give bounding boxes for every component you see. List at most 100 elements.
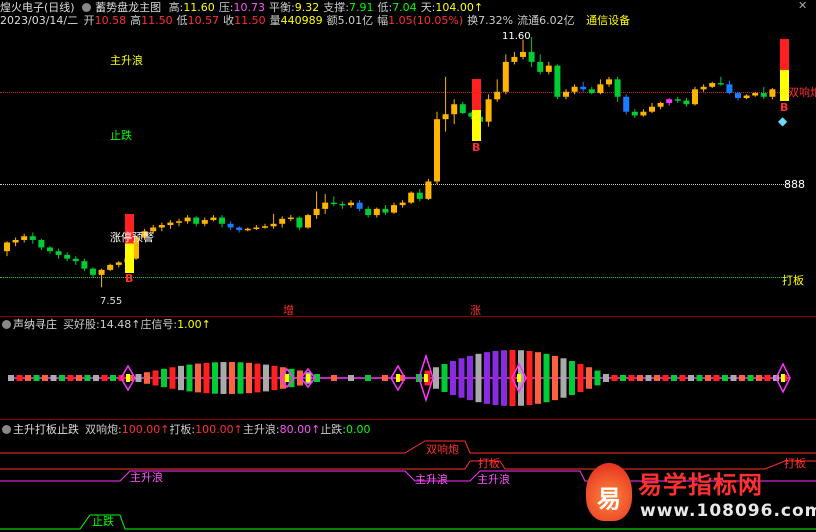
- candle-body: [399, 202, 406, 206]
- candle: [227, 221, 234, 231]
- candle: [373, 207, 380, 218]
- candle: [726, 80, 733, 95]
- candle-body: [485, 99, 492, 122]
- sonar-diamond-core: [517, 374, 521, 382]
- candle-body: [554, 65, 561, 97]
- candle: [47, 246, 53, 254]
- candle-body: [674, 99, 681, 101]
- candle-body: [666, 99, 673, 103]
- candle: [485, 94, 492, 127]
- candle-body: [244, 228, 251, 231]
- sonar-bar: [433, 367, 439, 389]
- sector-label[interactable]: 通信设备: [586, 14, 630, 27]
- candle-body: [193, 217, 200, 224]
- sonar-bar: [611, 375, 618, 381]
- quote-header: 2023/03/14/二 开10.58 高11.50 低10.57 收11.50 量44…: [0, 13, 816, 28]
- candle-body: [12, 239, 19, 243]
- candle-body: [322, 202, 329, 209]
- candle: [184, 215, 191, 224]
- sonar-diamond-core: [126, 374, 130, 382]
- sonar-bar: [654, 375, 660, 381]
- quote-field-key: 换: [467, 14, 479, 27]
- candle-body: [769, 89, 776, 97]
- sonar-bar: [212, 362, 218, 394]
- price-pane[interactable]: 主升浪 止跌 涨停预警 双响炮 888 打板 11.60 7.55 增 涨 B …: [0, 29, 816, 317]
- sonar-bar: [764, 375, 771, 381]
- candle: [236, 226, 243, 233]
- label-zhangting: 涨停预警: [110, 231, 154, 244]
- candle-body: [287, 217, 294, 220]
- candle: [735, 91, 741, 101]
- candle-body: [502, 61, 509, 92]
- candle: [760, 86, 767, 100]
- sonar-bar: [16, 375, 23, 381]
- quote-field-key: 额: [326, 14, 338, 27]
- step-label-zhushenglang-3: 主升浪: [477, 473, 510, 486]
- sonar-bar: [33, 375, 40, 381]
- label-shuangxiangpao: 双响炮: [788, 86, 816, 99]
- sonar-histogram[interactable]: [0, 316, 816, 419]
- quote-field-value: 11.50: [141, 14, 173, 27]
- candle: [683, 98, 690, 107]
- candle-body: [279, 218, 286, 224]
- sonar-bar: [178, 365, 184, 391]
- logo-char: 易: [597, 485, 621, 513]
- signal-bar-yellow: [125, 243, 134, 273]
- gear-icon[interactable]: [82, 3, 92, 12]
- sonar-pane[interactable]: 声纳寻庄 买好股:14.48↑庄信号:1.00↑: [0, 316, 816, 419]
- label-zhidie: 止跌: [110, 129, 132, 142]
- candlestick-chart[interactable]: [0, 29, 816, 316]
- candle: [494, 79, 501, 102]
- candle-body: [571, 86, 578, 92]
- sonar-diamond-core: [285, 374, 289, 382]
- candle-body: [700, 86, 707, 90]
- candle-body: [459, 104, 466, 113]
- candle-body: [219, 217, 225, 224]
- candle: [657, 101, 664, 110]
- quote-field-value: 10.58: [94, 14, 127, 27]
- candle-body: [330, 202, 337, 205]
- candle-body: [683, 100, 690, 105]
- candle-body: [227, 223, 234, 228]
- candle-body: [21, 236, 28, 240]
- candle: [64, 252, 71, 262]
- candle: [537, 54, 544, 75]
- sonar-bar: [203, 362, 210, 394]
- candle: [244, 227, 251, 232]
- b-mark-2: B: [472, 141, 481, 154]
- sonar-bar: [271, 365, 278, 391]
- sonar-bar: [76, 375, 82, 381]
- candle: [717, 76, 724, 86]
- candle: [270, 213, 277, 229]
- close-icon[interactable]: ✕: [798, 0, 808, 11]
- candle-body: [434, 119, 440, 182]
- candle: [606, 76, 612, 87]
- sonar-bar: [688, 375, 694, 381]
- sonar-bar: [756, 375, 762, 381]
- candle-body: [373, 208, 380, 216]
- candle-body: [201, 220, 208, 224]
- sonar-bar: [543, 353, 550, 403]
- quote-field-value: 5.01亿: [337, 14, 374, 27]
- candle-body: [356, 202, 363, 209]
- candle: [21, 233, 28, 243]
- quote-date: 2023/03/14/二: [0, 14, 79, 27]
- sonar-bar: [475, 353, 482, 403]
- candle: [511, 51, 518, 65]
- sonar-bar: [348, 375, 354, 381]
- candle: [176, 218, 182, 227]
- candle-body: [657, 103, 664, 107]
- candle: [571, 84, 578, 95]
- candle: [631, 109, 638, 118]
- candle: [554, 64, 561, 100]
- candle: [322, 193, 329, 214]
- quote-field-value: 7.32%: [478, 14, 514, 27]
- candle-body: [520, 51, 526, 57]
- sonar-bar: [535, 352, 541, 404]
- sonar-bar: [246, 362, 252, 394]
- candle-body: [210, 217, 217, 221]
- candle-body: [4, 242, 10, 252]
- label-888: 888: [784, 178, 805, 191]
- quote-fields: 开10.58 高11.50 低10.57 收11.50 量440989 额5.01亿 幅1.…: [84, 14, 579, 27]
- candle-body: [614, 79, 621, 97]
